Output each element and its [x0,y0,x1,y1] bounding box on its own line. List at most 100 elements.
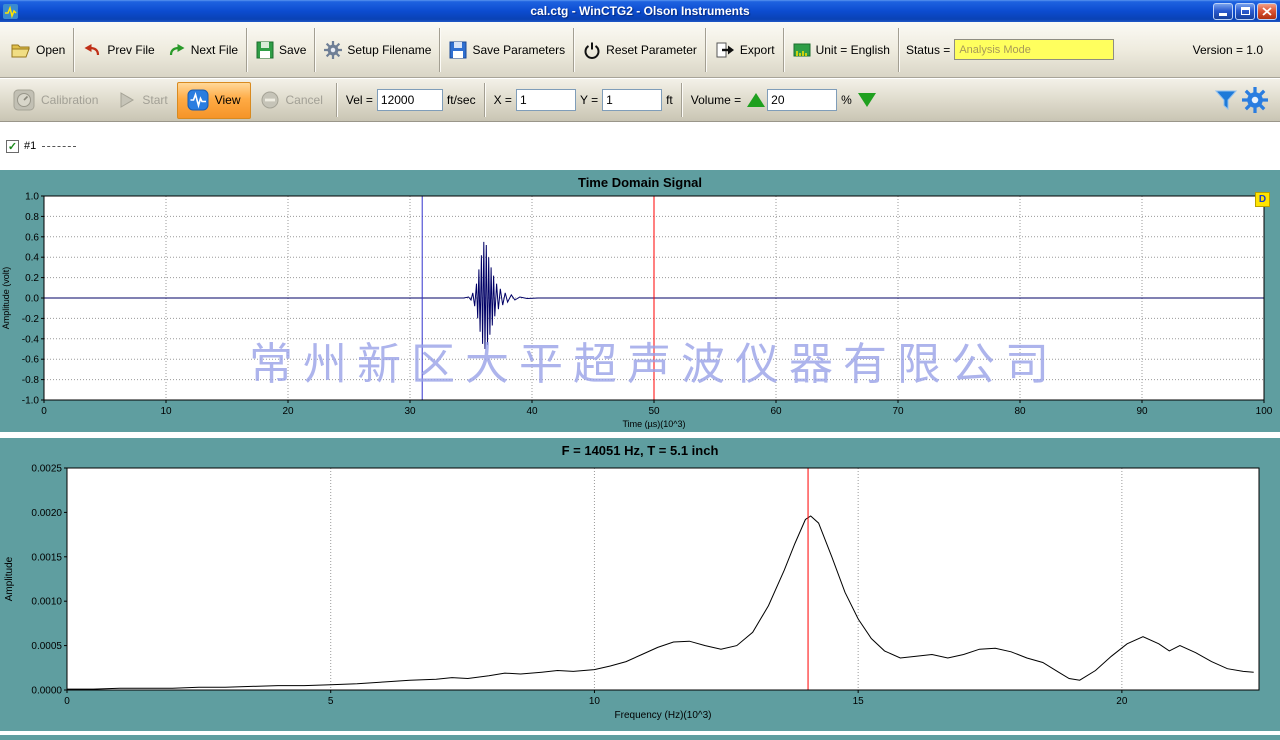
svg-text:90: 90 [1136,406,1148,417]
next-file-button[interactable]: Next File [161,27,244,73]
svg-text:1.0: 1.0 [25,192,39,203]
svg-text:0.0025: 0.0025 [31,464,62,475]
start-label: Start [142,93,167,107]
svg-text:20: 20 [1116,696,1128,707]
svg-text:Time (µs)(10^3): Time (µs)(10^3) [622,419,685,429]
settings-gear-icon [1242,87,1268,113]
d-badge[interactable]: D [1255,192,1270,207]
save-floppy-icon [256,41,274,59]
settings-button[interactable] [1240,85,1270,115]
separator [705,28,707,72]
calibration-label: Calibration [41,93,98,107]
svg-text:-1.0: -1.0 [22,396,40,407]
svg-text:-0.2: -0.2 [22,314,40,325]
cancel-label: Cancel [286,93,323,107]
maximize-button[interactable] [1235,3,1255,20]
bottom-panel-edge [0,735,1280,740]
reset-parameter-button[interactable]: Reset Parameter [577,27,703,73]
close-button[interactable] [1257,3,1277,20]
separator [336,83,338,117]
velocity-input[interactable] [377,89,443,111]
separator [484,83,486,117]
up-triangle-icon [747,93,765,107]
svg-text:10: 10 [589,696,601,707]
version-label: Version = 1.0 [1193,43,1263,57]
svg-text:0.2: 0.2 [25,273,39,284]
maximize-icon [1241,7,1250,15]
cancel-button[interactable]: Cancel [251,82,332,119]
calibration-dial-icon [13,89,35,111]
unit-button[interactable]: Unit = English [787,27,896,73]
volume-label: Volume = [691,93,741,107]
volume-input[interactable] [767,89,837,111]
filter-button[interactable] [1212,86,1240,114]
svg-text:0: 0 [41,406,47,417]
status-label: Status = [906,43,950,57]
unit-label: Unit = English [816,43,890,57]
separator [573,28,575,72]
volume-down-button[interactable] [856,91,878,109]
view-button[interactable]: View [177,82,251,119]
open-folder-icon [11,41,31,59]
svg-text:0.6: 0.6 [25,232,39,243]
save-parameters-floppy-icon [449,41,467,59]
export-arrow-icon [715,41,735,59]
next-file-label: Next File [191,43,238,57]
setup-filename-button[interactable]: Setup Filename [318,27,437,73]
export-label: Export [740,43,775,57]
frequency-spectrum-panel: F = 14051 Hz, T = 5.1 inch 051015200.000… [0,438,1280,731]
setup-filename-label: Setup Filename [347,43,431,57]
svg-text:0.0010: 0.0010 [31,597,62,608]
svg-text:-0.6: -0.6 [22,355,40,366]
time-domain-title: Time Domain Signal [0,175,1280,190]
svg-text:0.8: 0.8 [25,212,39,223]
export-button[interactable]: Export [709,27,781,73]
frequency-spectrum-plot[interactable]: 051015200.00000.00050.00100.00150.00200.… [0,438,1280,731]
y-label: Y = [580,93,598,107]
save-parameters-label: Save Parameters [472,43,565,57]
calibration-button[interactable]: Calibration [4,82,107,119]
minimize-icon [1219,13,1227,16]
start-button[interactable]: Start [107,82,176,119]
svg-text:-0.8: -0.8 [22,375,40,386]
x-input[interactable] [516,89,576,111]
svg-text:100: 100 [1256,406,1273,417]
status-field[interactable] [954,39,1114,60]
y-input[interactable] [602,89,662,111]
svg-text:0.0005: 0.0005 [31,641,62,652]
save-label: Save [279,43,306,57]
reset-parameter-label: Reset Parameter [606,43,697,57]
time-domain-plot[interactable]: 01020304050607080901001.00.80.60.40.20.0… [0,170,1280,432]
prev-file-label: Prev File [107,43,154,57]
prev-file-button[interactable]: Prev File [77,27,160,73]
svg-text:50: 50 [648,406,660,417]
separator [898,28,900,72]
title-bar[interactable]: cal.ctg - WinCTG2 - Olson Instruments [0,0,1280,22]
cancel-circle-icon [260,90,280,110]
channel-1-label: #1 [24,140,36,152]
frequency-spectrum-title: F = 14051 Hz, T = 5.1 inch [0,443,1280,458]
unit-ruler-icon [793,41,811,59]
main-toolbar: Open Prev File Next File Save Setup File… [0,22,1280,78]
down-triangle-icon [858,93,876,107]
next-arrow-icon [167,41,186,59]
svg-text:Amplitude (volt): Amplitude (volt) [1,267,11,330]
separator [783,28,785,72]
svg-text:40: 40 [526,406,538,417]
legend-line-sample [42,146,76,147]
volume-up-button[interactable] [745,91,767,109]
open-button[interactable]: Open [5,27,71,73]
prev-arrow-icon [83,41,102,59]
power-reset-icon [583,41,601,59]
controls-toolbar: Calibration Start View Cancel Vel = ft/s… [0,78,1280,122]
svg-text:0.0000: 0.0000 [31,686,62,697]
save-parameters-button[interactable]: Save Parameters [443,27,571,73]
view-label: View [215,93,241,107]
save-button[interactable]: Save [250,27,312,73]
svg-text:0.0015: 0.0015 [31,552,62,563]
channel-1-checkbox[interactable]: ✓ [6,140,19,153]
waveform-icon [187,89,209,111]
minimize-button[interactable] [1213,3,1233,20]
svg-text:0.0020: 0.0020 [31,508,62,519]
volume-unit-label: % [841,93,852,107]
